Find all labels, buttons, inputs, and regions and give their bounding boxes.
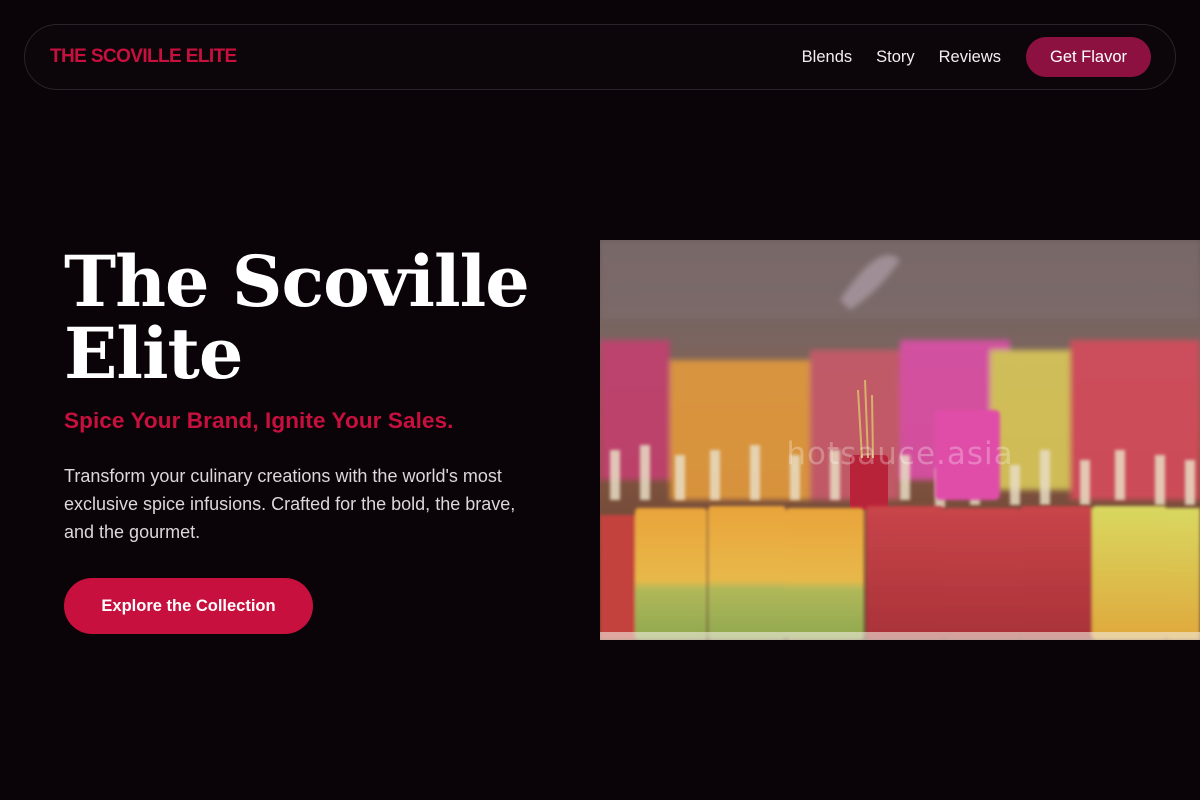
hero-title-line-1: The Scoville <box>64 240 530 323</box>
nav-links: Blends Story Reviews Get Flavor <box>778 37 1151 77</box>
image-watermark: hotsauce.asia <box>786 436 1014 472</box>
brand-logo[interactable]: THE SCOVILLE ELITE <box>50 46 237 68</box>
nav-link-blends[interactable]: Blends <box>802 48 852 67</box>
hero-title: The Scoville Elite <box>64 246 584 390</box>
hero-tagline: Spice Your Brand, Ignite Your Sales. <box>64 408 454 433</box>
top-nav: THE SCOVILLE ELITE Blends Story Reviews … <box>24 24 1176 90</box>
get-flavor-button[interactable]: Get Flavor <box>1026 37 1151 77</box>
explore-collection-button[interactable]: Explore the Collection <box>64 578 313 634</box>
hero-image: hotsauce.asia <box>600 240 1200 640</box>
hero-title-line-2: Elite <box>64 312 243 395</box>
hero-description: Transform your culinary creations with t… <box>64 466 516 542</box>
nav-link-story[interactable]: Story <box>876 48 915 67</box>
nav-link-reviews[interactable]: Reviews <box>939 48 1001 67</box>
